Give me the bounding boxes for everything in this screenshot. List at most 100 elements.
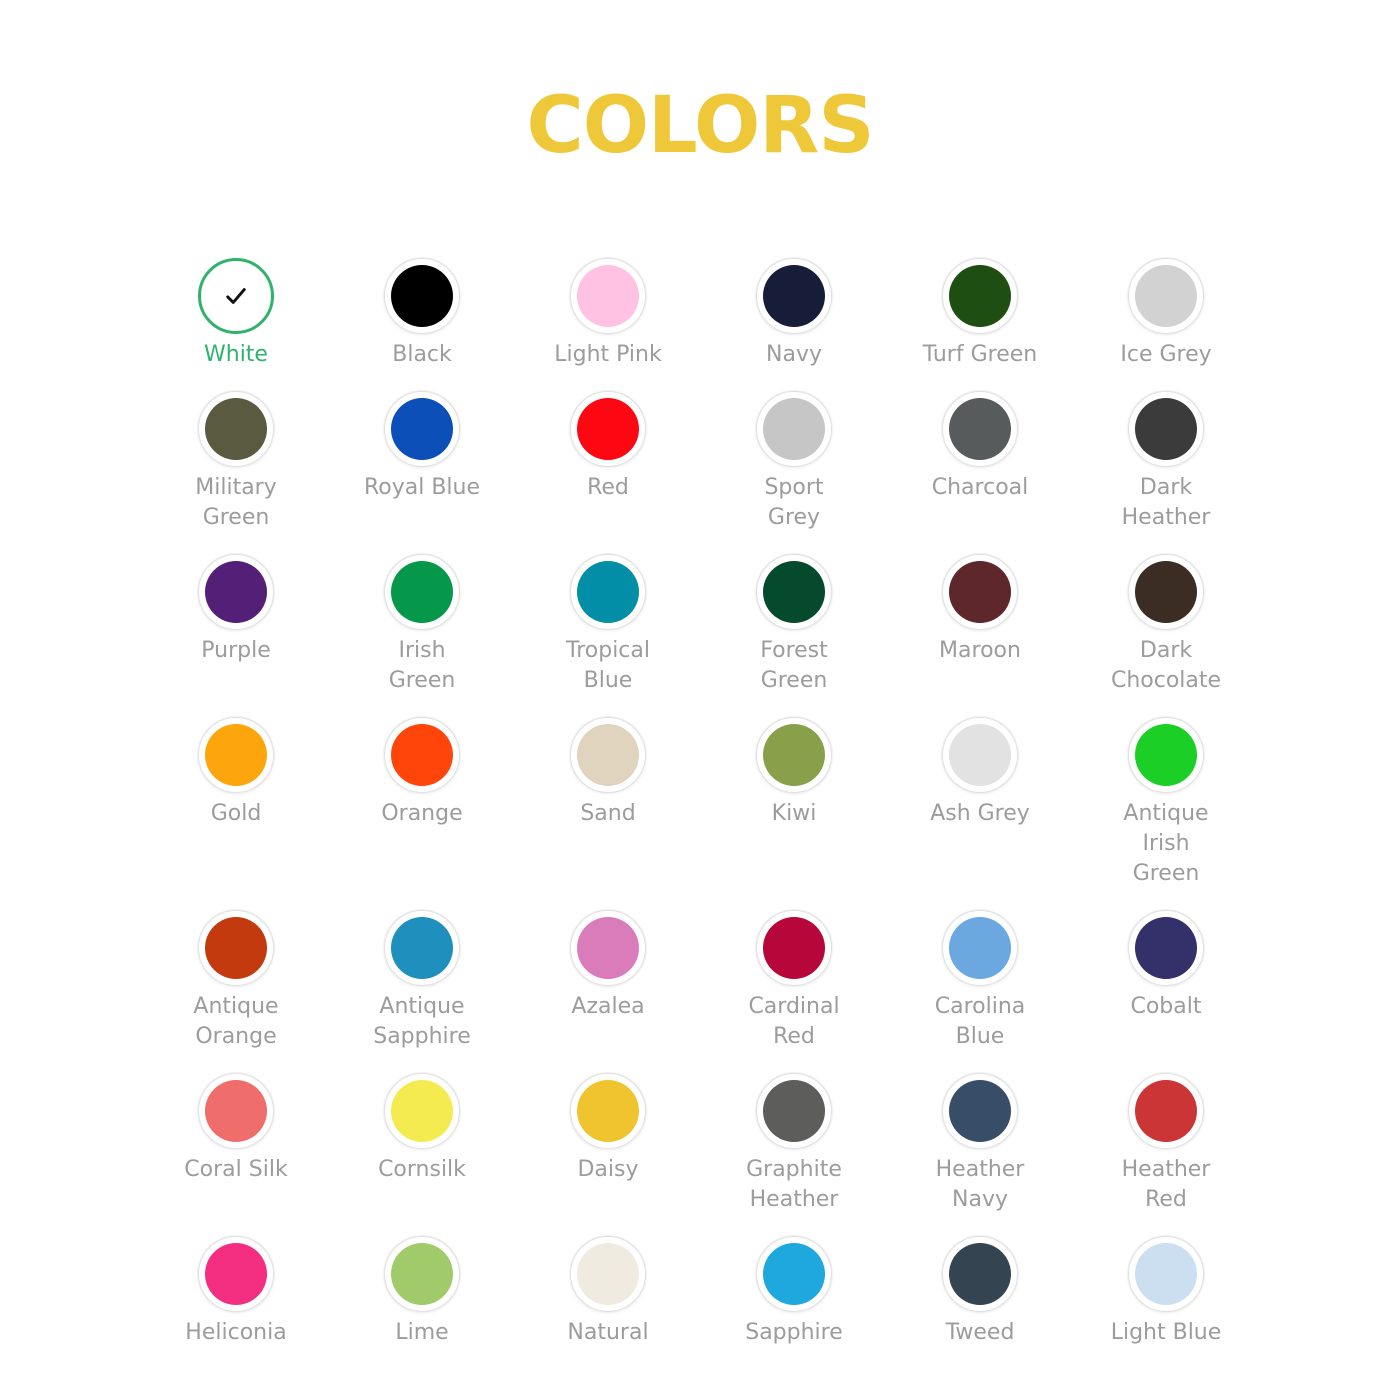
color-swatch[interactable] xyxy=(570,554,646,630)
color-option-tweed[interactable]: Tweed xyxy=(887,1236,1073,1369)
color-option-tropical-blue[interactable]: Tropical Blue xyxy=(515,554,701,717)
color-swatch[interactable] xyxy=(942,554,1018,630)
color-swatch[interactable] xyxy=(942,1236,1018,1312)
color-swatch[interactable] xyxy=(198,717,274,793)
color-swatch[interactable] xyxy=(942,258,1018,334)
color-swatch[interactable] xyxy=(756,554,832,630)
color-swatch[interactable] xyxy=(756,717,832,793)
color-swatch[interactable] xyxy=(384,554,460,630)
color-swatch[interactable] xyxy=(198,554,274,630)
swatch-fill xyxy=(577,398,639,460)
color-swatch[interactable] xyxy=(756,391,832,467)
swatch-fill xyxy=(1135,561,1197,623)
color-swatch[interactable] xyxy=(570,1236,646,1312)
color-option-heather-red[interactable]: Heather Red xyxy=(1073,1073,1259,1236)
color-option-heliconia[interactable]: Heliconia xyxy=(143,1236,329,1369)
color-option-red[interactable]: Red xyxy=(515,391,701,554)
color-label: Heliconia xyxy=(185,1320,287,1345)
color-option-navy[interactable]: Navy xyxy=(701,258,887,391)
color-swatch[interactable] xyxy=(1128,258,1204,334)
color-swatch[interactable] xyxy=(384,717,460,793)
color-option-antique-irish-green[interactable]: Antique Irish Green xyxy=(1073,717,1259,910)
swatch-fill xyxy=(391,724,453,786)
color-label: Carolina Blue xyxy=(934,994,1026,1049)
color-option-irish-green[interactable]: Irish Green xyxy=(329,554,515,717)
color-option-daisy[interactable]: Daisy xyxy=(515,1073,701,1236)
color-swatch[interactable] xyxy=(942,1073,1018,1149)
color-option-white[interactable]: White xyxy=(143,258,329,391)
color-option-black[interactable]: Black xyxy=(329,258,515,391)
color-swatch[interactable] xyxy=(1128,1073,1204,1149)
color-option-light-pink[interactable]: Light Pink xyxy=(515,258,701,391)
color-swatch[interactable] xyxy=(198,910,274,986)
color-option-coral-silk[interactable]: Coral Silk xyxy=(143,1073,329,1236)
swatch-fill xyxy=(205,561,267,623)
color-option-graphite-heather[interactable]: Graphite Heather xyxy=(701,1073,887,1236)
color-swatch[interactable] xyxy=(570,910,646,986)
color-swatch[interactable] xyxy=(570,391,646,467)
color-swatch[interactable] xyxy=(570,258,646,334)
color-swatch[interactable] xyxy=(198,391,274,467)
color-option-azalea[interactable]: Azalea xyxy=(515,910,701,1073)
color-option-ash-grey[interactable]: Ash Grey xyxy=(887,717,1073,910)
swatch-fill xyxy=(763,265,825,327)
color-option-heather-navy[interactable]: Heather Navy xyxy=(887,1073,1073,1236)
color-option-military-green[interactable]: Military Green xyxy=(143,391,329,554)
color-swatch[interactable] xyxy=(756,1236,832,1312)
color-option-cornsilk[interactable]: Cornsilk xyxy=(329,1073,515,1236)
color-option-charcoal[interactable]: Charcoal xyxy=(887,391,1073,554)
color-swatch[interactable] xyxy=(198,258,274,334)
color-swatch[interactable] xyxy=(1128,717,1204,793)
color-swatch[interactable] xyxy=(1128,391,1204,467)
color-swatch[interactable] xyxy=(756,258,832,334)
color-swatch[interactable] xyxy=(198,1073,274,1149)
color-option-ice-grey[interactable]: Ice Grey xyxy=(1073,258,1259,391)
color-label: Cornsilk xyxy=(378,1157,466,1182)
color-label: Heather Navy xyxy=(935,1157,1025,1212)
color-swatch[interactable] xyxy=(942,910,1018,986)
color-option-cobalt[interactable]: Cobalt xyxy=(1073,910,1259,1073)
color-swatch[interactable] xyxy=(756,910,832,986)
color-option-sand[interactable]: Sand xyxy=(515,717,701,910)
color-option-antique-sapphire[interactable]: Antique Sapphire xyxy=(329,910,515,1073)
color-swatch[interactable] xyxy=(570,1073,646,1149)
color-swatch[interactable] xyxy=(1128,910,1204,986)
color-label: Purple xyxy=(201,638,271,663)
color-option-dark-heather[interactable]: Dark Heather xyxy=(1073,391,1259,554)
color-option-lime[interactable]: Lime xyxy=(329,1236,515,1369)
color-swatch[interactable] xyxy=(384,258,460,334)
swatch-fill xyxy=(949,265,1011,327)
swatch-fill xyxy=(391,917,453,979)
color-swatch[interactable] xyxy=(1128,1236,1204,1312)
color-option-sport-grey[interactable]: Sport Grey xyxy=(701,391,887,554)
color-option-forest-green[interactable]: Forest Green xyxy=(701,554,887,717)
color-swatch[interactable] xyxy=(384,910,460,986)
color-swatch[interactable] xyxy=(384,1073,460,1149)
color-option-gold[interactable]: Gold xyxy=(143,717,329,910)
color-swatch[interactable] xyxy=(384,1236,460,1312)
color-label: Black xyxy=(392,342,452,367)
color-swatch[interactable] xyxy=(198,1236,274,1312)
color-swatch[interactable] xyxy=(756,1073,832,1149)
color-label: Gold xyxy=(210,801,262,826)
color-option-maroon[interactable]: Maroon xyxy=(887,554,1073,717)
color-option-carolina-blue[interactable]: Carolina Blue xyxy=(887,910,1073,1073)
color-option-royal-blue[interactable]: Royal Blue xyxy=(329,391,515,554)
color-option-antique-orange[interactable]: Antique Orange xyxy=(143,910,329,1073)
color-option-cardinal-red[interactable]: Cardinal Red xyxy=(701,910,887,1073)
color-label: Tropical Blue xyxy=(566,638,650,693)
color-swatch[interactable] xyxy=(942,391,1018,467)
color-swatch[interactable] xyxy=(384,391,460,467)
color-option-sapphire[interactable]: Sapphire xyxy=(701,1236,887,1369)
color-option-light-blue[interactable]: Light Blue xyxy=(1073,1236,1259,1369)
color-option-orange[interactable]: Orange xyxy=(329,717,515,910)
color-option-turf-green[interactable]: Turf Green xyxy=(887,258,1073,391)
color-label: Light Pink xyxy=(554,342,662,367)
color-option-purple[interactable]: Purple xyxy=(143,554,329,717)
color-option-natural[interactable]: Natural xyxy=(515,1236,701,1369)
color-option-kiwi[interactable]: Kiwi xyxy=(701,717,887,910)
color-swatch[interactable] xyxy=(942,717,1018,793)
color-swatch[interactable] xyxy=(570,717,646,793)
color-swatch[interactable] xyxy=(1128,554,1204,630)
color-option-dark-chocolate[interactable]: Dark Chocolate xyxy=(1073,554,1259,717)
